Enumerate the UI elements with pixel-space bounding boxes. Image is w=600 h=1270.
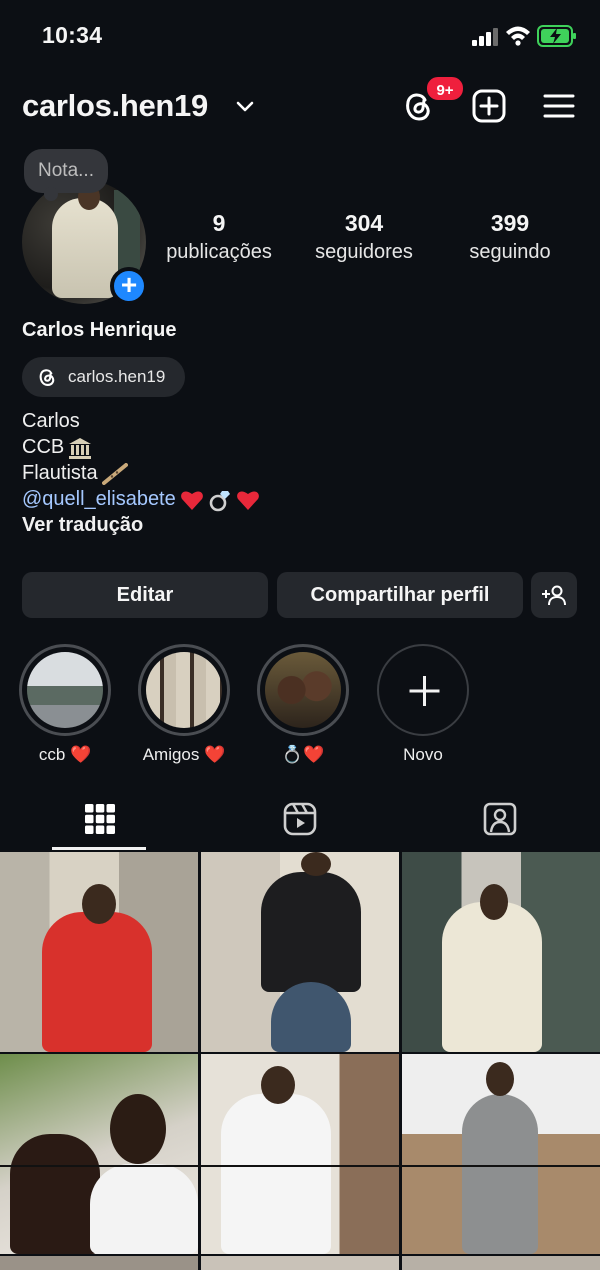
highlight-ccb[interactable]: ccb ❤️ bbox=[18, 644, 112, 765]
heart-icon bbox=[180, 491, 203, 510]
followers-count[interactable]: 304 seguidores bbox=[308, 210, 420, 264]
highlight-amigos[interactable]: Amigos ❤️ bbox=[137, 644, 231, 765]
posts-count[interactable]: 9 publicações bbox=[160, 210, 278, 264]
chevron-down-icon[interactable] bbox=[236, 100, 254, 114]
tab-tagged[interactable] bbox=[400, 792, 600, 850]
status-bar: 10:34 bbox=[0, 0, 600, 72]
highlight-cover bbox=[146, 652, 222, 728]
new-highlight-button[interactable]: Novo bbox=[376, 644, 470, 765]
tagged-person-icon bbox=[483, 802, 517, 836]
add-story-icon[interactable]: + bbox=[110, 267, 148, 305]
note-bubble[interactable]: Nota... bbox=[24, 149, 108, 201]
see-translation-link[interactable]: Ver tradução bbox=[22, 512, 260, 538]
highlight-label: ccb ❤️ bbox=[38, 745, 92, 764]
grid-icon bbox=[85, 804, 115, 834]
active-tab-indicator bbox=[52, 847, 146, 850]
bio-line: Carlos bbox=[22, 410, 80, 432]
photo-split-line bbox=[0, 1165, 600, 1167]
tab-posts-grid[interactable] bbox=[0, 792, 200, 850]
bio-line: Flautista bbox=[22, 460, 260, 486]
profile-full-name: Carlos Henrique bbox=[22, 319, 177, 341]
discover-people-button[interactable] bbox=[531, 572, 577, 618]
highlight-label: Novo bbox=[403, 745, 443, 764]
post-thumbnail[interactable] bbox=[201, 1054, 399, 1254]
post-thumbnail[interactable] bbox=[201, 852, 399, 1052]
following-count[interactable]: 399 seguindo bbox=[462, 210, 558, 264]
threads-profile-link[interactable]: carlos.hen19 bbox=[22, 357, 185, 397]
profile-tabs bbox=[0, 792, 600, 850]
post-thumbnail[interactable] bbox=[201, 1256, 399, 1270]
battery-charging-icon bbox=[537, 25, 576, 47]
posts-grid bbox=[0, 852, 600, 1270]
highlight-label: 💍❤️ bbox=[281, 745, 325, 764]
edit-profile-button[interactable]: Editar bbox=[22, 572, 268, 618]
highlight-cover bbox=[265, 652, 341, 728]
wifi-icon bbox=[506, 26, 530, 46]
threads-icon bbox=[39, 369, 55, 386]
post-thumbnail[interactable] bbox=[402, 1256, 600, 1270]
ring-icon bbox=[209, 490, 230, 512]
profile-header: carlos.hen19 9+ bbox=[0, 75, 600, 140]
highlight-couple[interactable]: 💍❤️ bbox=[256, 644, 350, 765]
bio-mention-link[interactable]: @quell_elisabete bbox=[22, 488, 176, 510]
bio-line: @quell_elisabete bbox=[22, 486, 260, 512]
create-post-icon[interactable] bbox=[471, 88, 507, 124]
post-thumbnail[interactable] bbox=[0, 1054, 198, 1254]
classical-building-icon bbox=[69, 437, 92, 459]
highlight-cover bbox=[27, 652, 103, 728]
status-time: 10:34 bbox=[42, 22, 103, 48]
post-thumbnail[interactable] bbox=[0, 1256, 198, 1270]
threads-handle: carlos.hen19 bbox=[68, 367, 166, 386]
username-switcher[interactable]: carlos.hen19 bbox=[22, 88, 208, 124]
menu-icon[interactable] bbox=[541, 88, 577, 124]
post-thumbnail[interactable] bbox=[402, 852, 600, 1052]
add-person-icon bbox=[542, 585, 566, 606]
profile-bio: Carlos CCB Flautista @quell_elisabete Ve… bbox=[22, 408, 260, 538]
bio-line: CCB bbox=[22, 434, 260, 460]
heart-icon bbox=[236, 491, 259, 510]
tab-reels[interactable] bbox=[200, 792, 400, 850]
flute-icon bbox=[101, 462, 128, 485]
notification-badge: 9+ bbox=[425, 75, 465, 102]
highlight-label: Amigos ❤️ bbox=[142, 745, 226, 764]
post-thumbnail[interactable] bbox=[0, 852, 198, 1052]
cellular-signal-icon bbox=[472, 28, 498, 46]
post-thumbnail[interactable] bbox=[402, 1054, 600, 1254]
plus-icon bbox=[377, 644, 469, 736]
reels-icon bbox=[283, 802, 317, 836]
share-profile-button[interactable]: Compartilhar perfil bbox=[277, 572, 523, 618]
